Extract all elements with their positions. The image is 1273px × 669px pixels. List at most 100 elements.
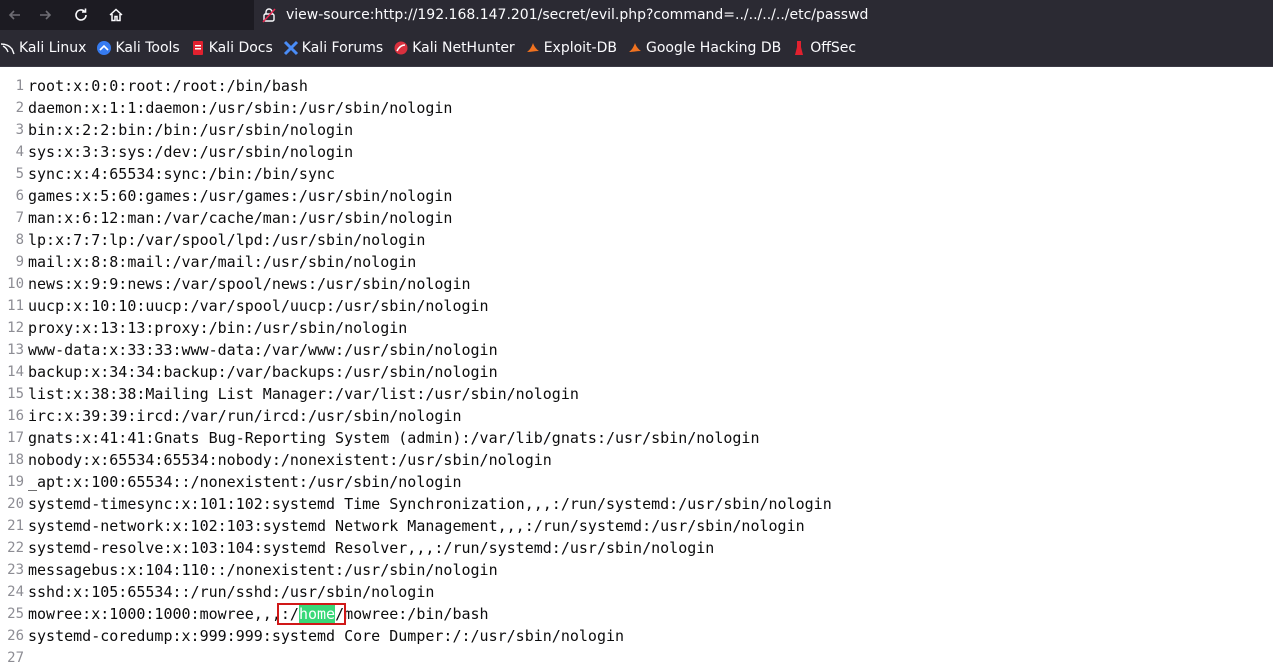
line-text: irc:x:39:39:ircd:/var/run/ircd:/usr/sbin…: [28, 407, 462, 425]
line-text: daemon:x:1:1:daemon:/usr/sbin:/usr/sbin/…: [28, 99, 453, 117]
line-number: 21: [7, 518, 24, 534]
kali-dragon-icon: [0, 40, 16, 56]
line-number: 15: [7, 386, 24, 402]
source-line: 12 proxy:x:13:13:proxy:/bin:/usr/sbin/nol…: [0, 317, 1273, 339]
reload-button[interactable]: [66, 0, 96, 30]
source-line: 9 mail:x:8:8:mail:/var/mail:/usr/sbin/nol…: [0, 251, 1273, 273]
source-line: 16 irc:x:39:39:ircd:/var/run/ircd:/usr/sb…: [0, 405, 1273, 427]
home-icon: [109, 8, 123, 22]
line-text: proxy:x:13:13:proxy:/bin:/usr/sbin/nolog…: [28, 319, 408, 337]
line-text: root:x:0:0:root:/root:/bin/bash: [28, 77, 308, 95]
line-number: 27: [7, 650, 24, 666]
line-number: 13: [7, 342, 24, 358]
line-text: uucp:x:10:10:uucp:/var/spool/uucp:/usr/s…: [28, 297, 489, 315]
bookmark-google-hacking-db[interactable]: Google Hacking DB: [627, 40, 781, 56]
line-number: 17: [7, 430, 24, 446]
line-text: messagebus:x:104:110::/nonexistent:/usr/…: [28, 561, 498, 579]
source-line: 27: [0, 647, 1273, 669]
source-line: 4 sys:x:3:3:sys:/dev:/usr/sbin/nologin: [0, 141, 1273, 163]
line-number: 14: [7, 364, 24, 380]
line-number: 5: [15, 166, 24, 182]
arrow-left-icon: [8, 10, 20, 20]
line-text: nobody:x:65534:65534:nobody:/nonexistent…: [28, 451, 552, 469]
line-text: systemd-coredump:x:999:999:systemd Core …: [28, 627, 625, 645]
url-text[interactable]: view-source:http://192.168.147.201/secre…: [286, 7, 868, 23]
source-line: 10 news:x:9:9:news:/var/spool/news:/usr/s…: [0, 273, 1273, 295]
line-number: 2: [15, 100, 24, 116]
source-line: 14 backup:x:34:34:backup:/var/backups:/us…: [0, 361, 1273, 383]
arrow-right-icon: [40, 10, 52, 20]
line-text: sshd:x:105:65534::/run/sshd:/usr/sbin/no…: [28, 583, 435, 601]
bookmarks-toolbar: Kali Linux Kali Tools Kali Docs Kali For…: [0, 30, 1273, 67]
line-number: 1: [15, 78, 24, 94]
source-line: 20 systemd-timesync:x:101:102:systemd Tim…: [0, 493, 1273, 515]
exploit-db-icon: [525, 40, 541, 56]
line-number: 20: [7, 496, 24, 512]
navigation-toolbar: view-source:http://192.168.147.201/secre…: [0, 0, 1273, 30]
source-line: 6 games:x:5:60:games:/usr/games:/usr/sbin…: [0, 185, 1273, 207]
bookmark-kali-linux[interactable]: Kali Linux: [0, 40, 86, 56]
source-line: 13 www-data:x:33:33:www-data:/var/www:/us…: [0, 339, 1273, 361]
source-line: 3 bin:x:2:2:bin:/bin:/usr/sbin/nologin: [0, 119, 1273, 141]
line-number: 16: [7, 408, 24, 424]
highlighted-text: home: [298, 605, 336, 623]
line-text: www-data:x:33:33:www-data:/var/www:/usr/…: [28, 341, 498, 359]
line-text: news:x:9:9:news:/var/spool/news:/usr/sbi…: [28, 275, 471, 293]
source-line: 11 uucp:x:10:10:uucp:/var/spool/uucp:/usr…: [0, 295, 1273, 317]
bookmark-kali-docs[interactable]: Kali Docs: [190, 40, 273, 56]
source-line: 23 messagebus:x:104:110::/nonexistent:/us…: [0, 559, 1273, 581]
line-text: games:x:5:60:games:/usr/games:/usr/sbin/…: [28, 187, 453, 205]
forward-button[interactable]: [30, 0, 60, 30]
line-number: 24: [7, 584, 24, 600]
line-text: /mowree:/bin/bash: [335, 605, 489, 623]
line-number: 12: [7, 320, 24, 336]
bookmark-exploit-db[interactable]: Exploit-DB: [525, 40, 617, 56]
source-line: 25 mowree:x:1000:1000:mowree,,,:/home/mow…: [0, 603, 1273, 625]
line-number: 10: [7, 276, 24, 292]
line-text: lp:x:7:7:lp:/var/spool/lpd:/usr/sbin/nol…: [28, 231, 426, 249]
line-text: backup:x:34:34:backup:/var/backups:/usr/…: [28, 363, 498, 381]
bookmark-offsec[interactable]: OffSec: [791, 40, 856, 56]
bookmark-kali-nethunter[interactable]: Kali NetHunter: [393, 40, 515, 56]
line-text: systemd-resolve:x:103:104:systemd Resolv…: [28, 539, 715, 557]
source-line: 22 systemd-resolve:x:103:104:systemd Reso…: [0, 537, 1273, 559]
line-number: 7: [15, 210, 24, 226]
source-line: 18 nobody:x:65534:65534:nobody:/nonexiste…: [0, 449, 1273, 471]
bookmark-kali-forums[interactable]: Kali Forums: [283, 40, 383, 56]
source-line: 2 daemon:x:1:1:daemon:/usr/sbin:/usr/sbin…: [0, 97, 1273, 119]
line-text: _apt:x:100:65534::/nonexistent:/usr/sbin…: [28, 473, 462, 491]
line-number: 26: [7, 628, 24, 644]
line-number: 9: [15, 254, 24, 270]
bookmark-kali-tools[interactable]: Kali Tools: [96, 40, 180, 56]
line-text: bin:x:2:2:bin:/bin:/usr/sbin/nologin: [28, 121, 354, 139]
source-line: 15 list:x:38:38:Mailing List Manager:/var…: [0, 383, 1273, 405]
line-text: systemd-network:x:102:103:systemd Networ…: [28, 517, 805, 535]
address-bar[interactable]: view-source:http://192.168.147.201/secre…: [254, 0, 1273, 30]
line-text: mail:x:8:8:mail:/var/mail:/usr/sbin/nolo…: [28, 253, 417, 271]
insecure-lock-icon[interactable]: [260, 6, 278, 24]
offsec-icon: [791, 40, 807, 56]
line-number: 25: [7, 606, 24, 622]
source-line: 8 lp:x:7:7:lp:/var/spool/lpd:/usr/sbin/no…: [0, 229, 1273, 251]
kali-forums-icon: [283, 40, 299, 56]
line-number: 4: [15, 144, 24, 160]
line-number: 8: [15, 232, 24, 248]
line-number: 23: [7, 562, 24, 578]
line-text: sync:x:4:65534:sync:/bin:/bin/sync: [28, 165, 336, 183]
source-line: 17 gnats:x:41:41:Gnats Bug-Reporting Syst…: [0, 427, 1273, 449]
kali-docs-icon: [190, 40, 206, 56]
source-line: 7 man:x:6:12:man:/var/cache/man:/usr/sbin…: [0, 207, 1273, 229]
line-text: mowree:x:1000:1000:mowree,,,:/: [28, 605, 299, 623]
home-button[interactable]: [101, 0, 131, 30]
source-line: 26 systemd-coredump:x:999:999:systemd Cor…: [0, 625, 1273, 647]
kali-tools-icon: [96, 40, 112, 56]
source-line: 21 systemd-network:x:102:103:systemd Netw…: [0, 515, 1273, 537]
view-source-content: 1 root:x:0:0:root:/root:/bin/bash 2 daemon:…: [0, 67, 1273, 669]
source-line: 5 sync:x:4:65534:sync:/bin:/bin/sync: [0, 163, 1273, 185]
back-button[interactable]: [0, 0, 30, 30]
source-line: 24 sshd:x:105:65534::/run/sshd:/usr/sbin/…: [0, 581, 1273, 603]
line-text: systemd-timesync:x:101:102:systemd Time …: [28, 495, 832, 513]
line-number: 11: [7, 298, 24, 314]
line-number: 6: [15, 188, 24, 204]
line-number: 22: [7, 540, 24, 556]
